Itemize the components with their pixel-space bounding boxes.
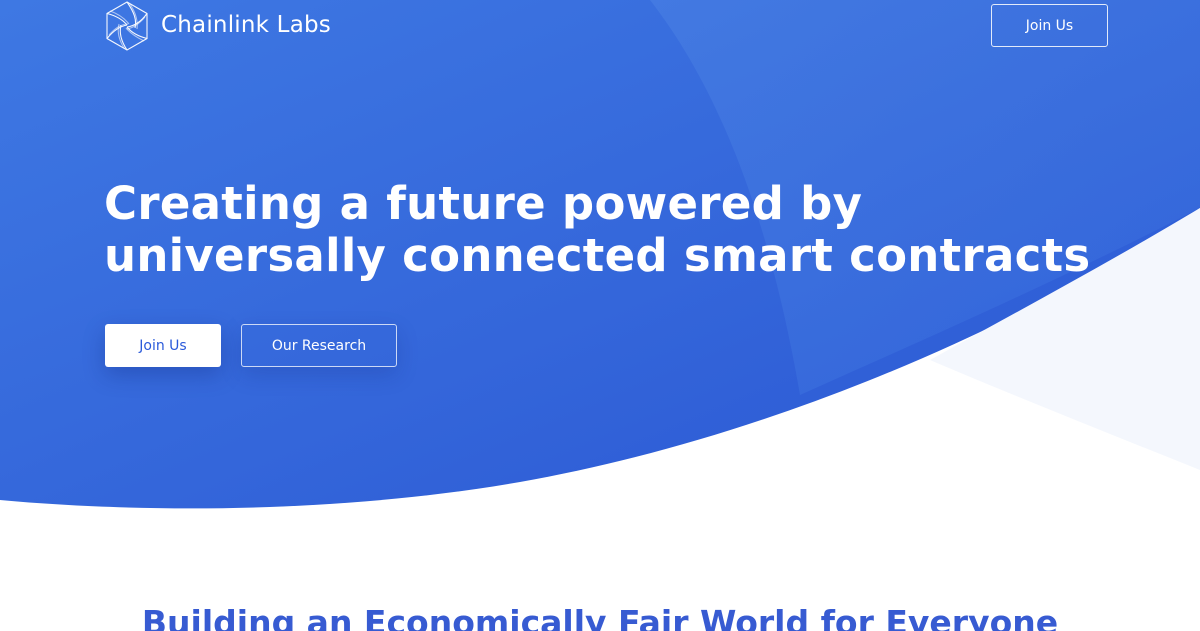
hero-headline: Creating a future powered by universally… — [104, 177, 1091, 282]
nav-join-us-button[interactable]: Join Us — [991, 4, 1108, 47]
chainlink-labs-hexagon-icon — [106, 1, 148, 51]
our-research-button[interactable]: Our Research — [241, 324, 397, 367]
hero-headline-line-1: Creating a future powered by — [104, 177, 863, 230]
hero-headline-line-2: universally connected smart contracts — [104, 229, 1091, 282]
hero-join-us-button[interactable]: Join Us — [105, 324, 221, 367]
brand-name: Chainlink Labs — [161, 12, 331, 38]
hero-background — [0, 0, 1200, 631]
section-title: Building an Economically Fair World for … — [141, 603, 1059, 631]
brand-logo[interactable]: Chainlink Labs — [104, 0, 331, 52]
page: Chainlink Labs Join Us Creating a future… — [0, 0, 1200, 631]
